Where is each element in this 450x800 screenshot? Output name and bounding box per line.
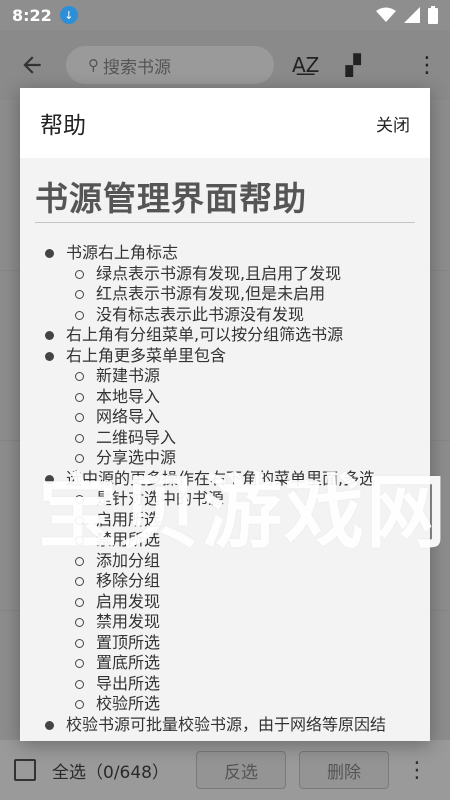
help-subitem: 启用发现 — [66, 592, 415, 613]
help-list-item: 右上角更多菜单里包含 新建书源 本地导入 网络导入 二维码导入 分享选中源 — [35, 346, 415, 469]
bottom-more-icon[interactable]: ⋮ — [406, 758, 428, 783]
status-icons — [376, 6, 438, 24]
invert-selection-button[interactable]: 反选 — [196, 751, 286, 789]
help-list-item: 右上角有分组菜单,可以按分组筛选书源 — [35, 325, 415, 346]
help-subitem: 没有标志表示此书源没有发现 — [66, 305, 415, 326]
status-time: 8:22 — [12, 5, 52, 25]
signal-icon — [404, 7, 420, 23]
help-list: 书源右上角标志绿点表示书源有发现,且启用了发现 红点表示书源有发现,但是未启用 没有… — [35, 243, 415, 735]
select-all-checkbox[interactable] — [14, 759, 36, 781]
download-icon: ↓ — [59, 6, 78, 24]
help-subitem: 本地导入 — [66, 387, 415, 408]
help-content[interactable]: 书源管理界面帮助 书源右上角标志绿点表示书源有发现,且启用了发现 红点表示书源有发… — [20, 158, 430, 741]
help-heading: 书源管理界面帮助 — [35, 172, 415, 223]
select-all-label[interactable]: 全选（0/648） — [52, 758, 169, 783]
help-sublist: 是针对选中的书源 启用所选 禁用所选 添加分组 移除分组 启用发现 禁用发现 置顶所选 置底所选… — [66, 489, 415, 715]
search-placeholder: 搜索书源 — [103, 57, 171, 78]
help-subitem: 绿点表示书源有发现,且启用了发现 — [66, 264, 415, 285]
help-subitem: 禁用所选 — [66, 530, 415, 551]
help-item-text: 右上角更多菜单里包含 — [66, 345, 227, 365]
help-item-text: 书源右上角标志 — [66, 243, 179, 262]
wifi-icon — [376, 7, 396, 22]
close-button[interactable]: 关闭 — [376, 111, 410, 136]
more-vert-icon[interactable]: ⋮ — [416, 53, 438, 78]
battery-icon — [428, 6, 438, 24]
help-sublist: 绿点表示书源有发现,且启用了发现 红点表示书源有发现,但是未启用 没有标志表示此书源… — [66, 264, 415, 326]
help-list-item: 校验书源可批量校验书源，由于网络等原因结 — [35, 715, 415, 736]
help-list-item: 选中源的更多操作在右下角的菜单里面,多选 是针对选中的书源 启用所选 禁用所选 添加分组… — [35, 469, 415, 715]
sort-az-icon[interactable]: A͟Z — [292, 53, 319, 77]
group-icon[interactable]: ▞ — [345, 53, 360, 77]
help-subitem: 添加分组 — [66, 551, 415, 572]
help-subitem: 置底所选 — [66, 653, 415, 674]
help-item-text: 右上角有分组菜单,可以按分组筛选书源 — [66, 325, 344, 344]
help-item-text: 校验书源可批量校验书源，由于网络等原因结 — [66, 714, 387, 734]
search-icon: ⚲ — [88, 56, 99, 74]
help-subitem: 置顶所选 — [66, 633, 415, 654]
help-subitem: 导出所选 — [66, 674, 415, 695]
help-dialog: 帮助 关闭 书源管理界面帮助 书源右上角标志绿点表示书源有发现,且启用了发现 红点… — [20, 88, 430, 741]
help-subitem: 移除分组 — [66, 571, 415, 592]
help-list-item: 书源右上角标志绿点表示书源有发现,且启用了发现 红点表示书源有发现,但是未启用 没有… — [35, 243, 415, 325]
delete-button[interactable]: 删除 — [299, 751, 389, 789]
help-subitem: 网络导入 — [66, 407, 415, 428]
help-item-text: 选中源的更多操作在右下角的菜单里面,多选 — [66, 468, 376, 488]
help-subitem: 是针对选中的书源 — [66, 489, 415, 510]
dialog-title: 帮助 — [40, 113, 86, 139]
status-bar: 8:22 ↓ — [0, 0, 450, 30]
bottom-action-bar: 全选（0/648） 反选 删除 ⋮ — [0, 740, 450, 800]
help-subitem: 分享选中源 — [66, 448, 415, 469]
help-sublist: 新建书源 本地导入 网络导入 二维码导入 分享选中源 — [66, 366, 415, 469]
dialog-header: 帮助 关闭 — [20, 88, 430, 158]
help-subitem: 启用所选 — [66, 510, 415, 531]
help-subitem: 红点表示书源有发现,但是未启用 — [66, 284, 415, 305]
help-subitem: 禁用发现 — [66, 612, 415, 633]
search-input[interactable]: ⚲ 搜索书源 — [66, 46, 274, 84]
help-subitem: 二维码导入 — [66, 428, 415, 449]
help-subitem: 新建书源 — [66, 366, 415, 387]
help-subitem: 校验所选 — [66, 694, 415, 715]
back-arrow-icon[interactable] — [12, 52, 52, 78]
